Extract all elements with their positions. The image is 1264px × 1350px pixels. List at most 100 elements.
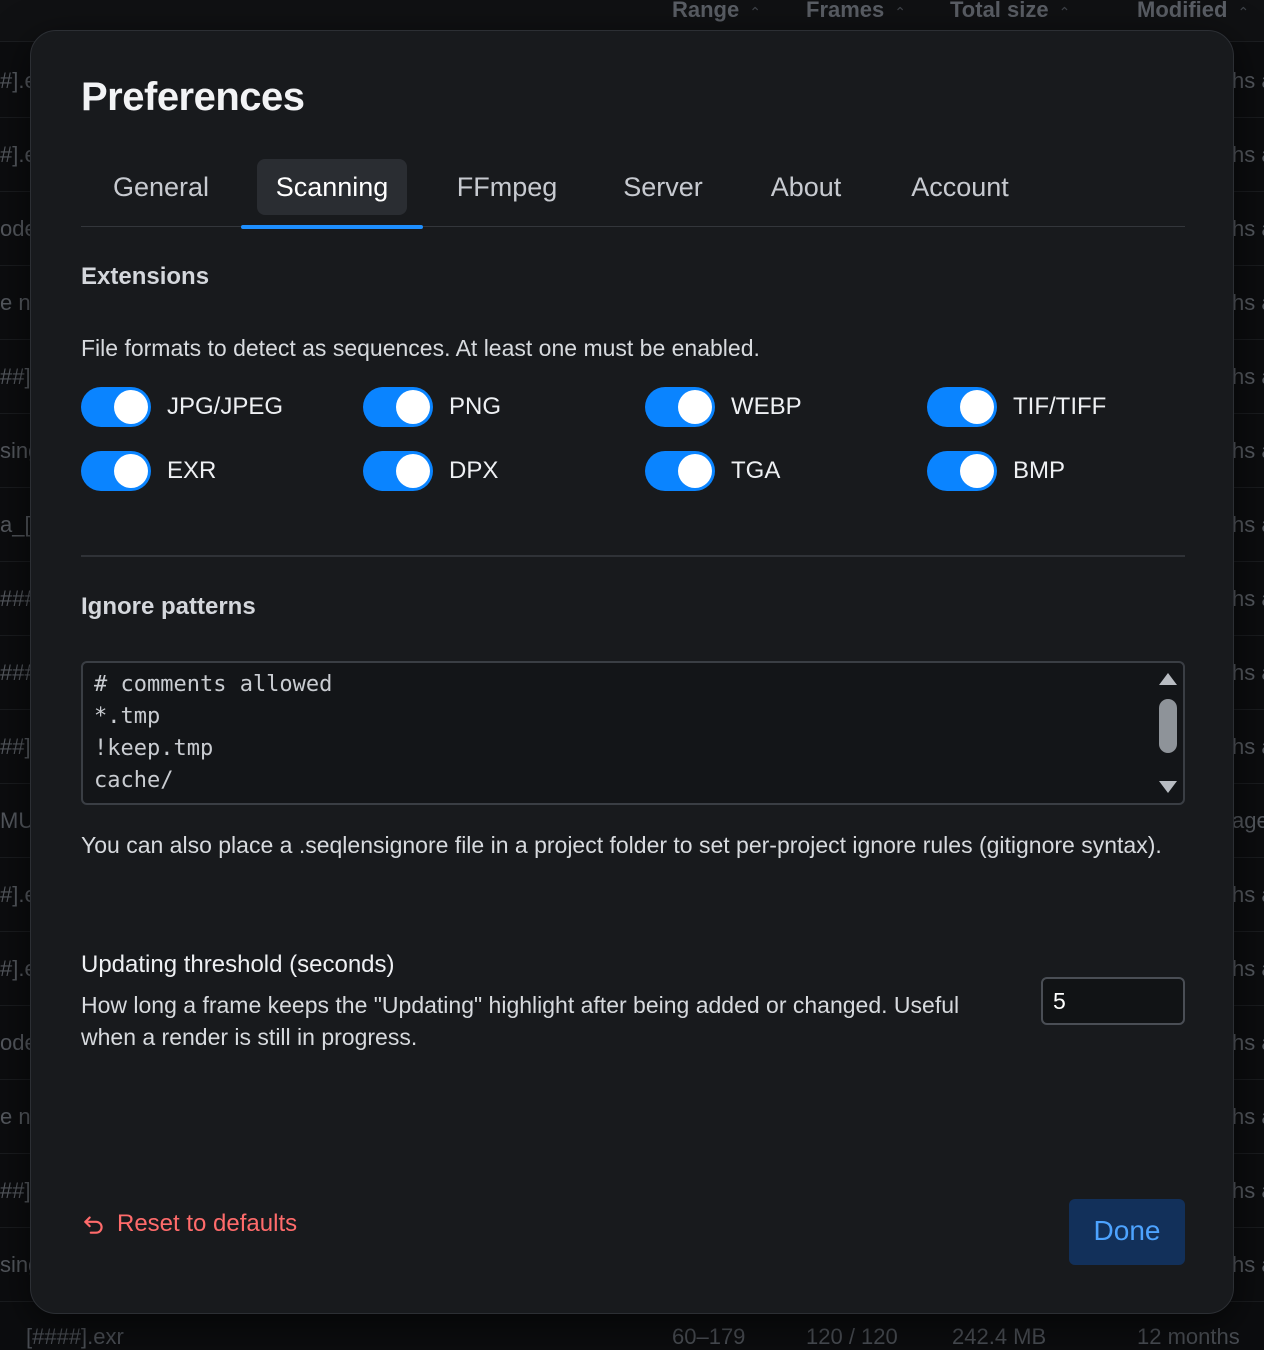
toggle-switch[interactable]: [363, 451, 433, 491]
row-name: a_[: [0, 512, 31, 537]
ignore-patterns-title: Ignore patterns: [81, 593, 256, 620]
toggle-tif-tiff[interactable]: TIF/TIFF: [927, 387, 1106, 427]
sort-icon: ⌃: [1058, 4, 1071, 20]
row-modified: hs a: [1232, 1178, 1264, 1203]
section-divider: [81, 555, 1185, 557]
toggle-switch[interactable]: [927, 451, 997, 491]
row-modified: hs a: [1232, 216, 1264, 241]
row-modified: hs a: [1232, 290, 1264, 315]
row-modified: hs a: [1232, 68, 1264, 93]
toggle-label: WEBP: [731, 393, 802, 420]
toggle-exr[interactable]: EXR: [81, 451, 216, 491]
ignore-patterns-content: # comments allowed *.tmp !keep.tmp cache…: [94, 669, 332, 797]
pattern-line: *.tmp: [94, 704, 161, 729]
threshold-input[interactable]: 5: [1041, 977, 1185, 1025]
toggle-dpx[interactable]: DPX: [363, 451, 498, 491]
tab-ffmpeg[interactable]: FFmpeg: [437, 157, 577, 227]
row-range: 60–179: [672, 1324, 746, 1349]
toggle-label: JPG/JPEG: [167, 393, 284, 420]
column-label: Frames: [806, 0, 885, 22]
toggle-switch[interactable]: [81, 387, 151, 427]
scroll-down-arrow-icon[interactable]: [1159, 781, 1177, 793]
toggle-switch[interactable]: [81, 451, 151, 491]
row-modified: hs a: [1232, 882, 1264, 907]
row-modified: hs a: [1232, 512, 1264, 537]
toggle-label: TGA: [731, 457, 781, 484]
toggle-switch[interactable]: [363, 387, 433, 427]
column-range[interactable]: Range ⌃: [672, 0, 761, 22]
column-label: Total size: [950, 0, 1049, 22]
toggle-label: BMP: [1013, 457, 1066, 484]
ignore-patterns-textarea[interactable]: # comments allowed *.tmp !keep.tmp cache…: [81, 661, 1185, 805]
row-modified: hs a: [1232, 142, 1264, 167]
tab-label: FFmpeg: [456, 172, 558, 202]
sort-icon: ⌃: [749, 4, 761, 20]
toggle-webp[interactable]: WEBP: [645, 387, 802, 427]
column-modified[interactable]: Modified ⌃: [1137, 0, 1250, 22]
toggle-bmp[interactable]: BMP: [927, 451, 1065, 491]
row-modified: hs a: [1232, 364, 1264, 389]
pattern-line: # comments allowed: [94, 672, 333, 697]
tab-about[interactable]: About: [751, 157, 861, 227]
row-size: 242.4 MB: [952, 1324, 1047, 1349]
toggle-switch[interactable]: [645, 387, 715, 427]
tab-label: General: [112, 172, 210, 202]
row-modified: hs a: [1232, 586, 1264, 611]
row-name: [####].exr: [26, 1324, 124, 1349]
row-name: e n: [0, 290, 31, 315]
toggle-label: DPX: [449, 457, 499, 484]
row-modified: hs a: [1232, 438, 1264, 463]
column-frames[interactable]: Frames ⌃: [806, 0, 907, 22]
toggle-knob: [396, 454, 430, 488]
reset-label: Reset to defaults: [117, 1210, 298, 1237]
tab-label: Account: [911, 172, 1009, 202]
extensions-description: File formats to detect as sequences. At …: [81, 335, 760, 361]
row-modified: hs a: [1232, 1104, 1264, 1129]
row-modified: hs a: [1232, 1252, 1264, 1277]
reset-defaults-button[interactable]: Reset to defaults: [81, 1209, 297, 1239]
toggle-knob: [396, 390, 430, 424]
preferences-dialog: Preferences General Scanning FFmpeg Serv…: [30, 30, 1234, 1314]
toggle-jpg-jpeg[interactable]: JPG/JPEG: [81, 387, 283, 427]
undo-icon: [84, 1216, 103, 1234]
toggle-knob: [960, 390, 994, 424]
toggle-knob: [114, 390, 148, 424]
row-modified: hs a: [1232, 660, 1264, 685]
done-button[interactable]: Done: [1069, 1199, 1185, 1265]
scrollbar-thumb[interactable]: [1159, 699, 1177, 753]
row-modified: hs a: [1232, 1030, 1264, 1055]
sort-icon: ⌃: [894, 4, 907, 20]
background-bottom-row: [####].exr 60–179 120 / 120 242.4 MB 12 …: [0, 1322, 1264, 1349]
toggle-switch[interactable]: [645, 451, 715, 491]
row-modified: 12 months: [1137, 1324, 1240, 1349]
row-frames: 120 / 120: [806, 1324, 898, 1349]
tab-bar: General Scanning FFmpeg Server About Acc…: [81, 157, 1185, 229]
threshold-title: Updating threshold (seconds): [81, 951, 395, 978]
toggle-knob: [960, 454, 994, 488]
toggle-label: EXR: [167, 457, 217, 484]
toggle-knob: [678, 390, 712, 424]
tab-general[interactable]: General: [95, 157, 227, 227]
ignore-patterns-note: You can also place a .seqlensignore file…: [81, 832, 1162, 858]
scroll-up-arrow-icon[interactable]: [1159, 673, 1177, 685]
tab-account[interactable]: Account: [891, 157, 1029, 227]
toggle-label: TIF/TIFF: [1013, 393, 1107, 420]
toggle-knob: [114, 454, 148, 488]
tab-label: Scanning: [275, 172, 389, 202]
active-tab-indicator: [241, 225, 423, 229]
pattern-line: cache/: [94, 768, 174, 793]
toggle-switch[interactable]: [927, 387, 997, 427]
row-modified: age: [1232, 808, 1264, 833]
toggle-png[interactable]: PNG: [363, 387, 501, 427]
tab-label: About: [770, 172, 842, 202]
sort-icon: ⌃: [1237, 4, 1250, 20]
tab-server[interactable]: Server: [605, 157, 721, 227]
column-total-size[interactable]: Total size ⌃: [950, 0, 1071, 22]
column-label: Modified: [1137, 0, 1228, 22]
toggle-tga[interactable]: TGA: [645, 451, 780, 491]
tab-label: Server: [623, 172, 703, 202]
column-label: Range: [672, 0, 740, 22]
threshold-description: How long a frame keeps the "Updating" hi…: [81, 992, 960, 1050]
tab-scanning[interactable]: Scanning: [241, 157, 423, 229]
dialog-title: Preferences: [81, 75, 305, 119]
